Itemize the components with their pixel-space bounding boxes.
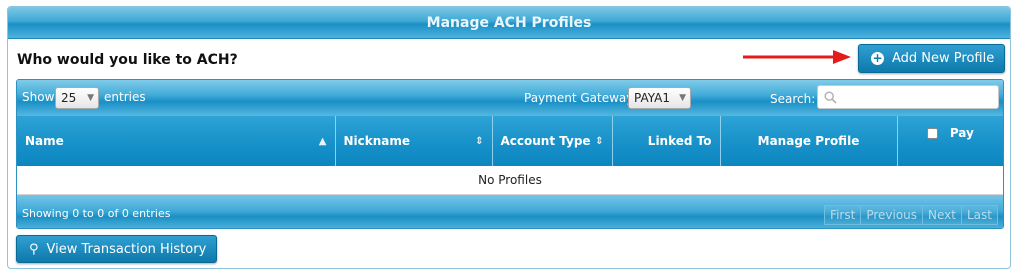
entries-select-value: 25 bbox=[61, 91, 77, 105]
view-transaction-history-label: View Transaction History bbox=[46, 241, 207, 257]
entries-label: entries bbox=[104, 90, 146, 104]
prompt-row: Who would you like to ACH? + Add New Pro… bbox=[8, 39, 1010, 81]
plus-circle-icon: + bbox=[871, 51, 884, 65]
add-new-profile-label: Add New Profile bbox=[892, 51, 995, 66]
entries-select[interactable]: 25 ▼ bbox=[55, 87, 99, 109]
profiles-table: Name ▲ Nickname ⇕ Account Type ⇕ Linked … bbox=[17, 116, 1003, 195]
col-name-header[interactable]: Name ▲ bbox=[17, 116, 336, 166]
col-pay-header: Pay bbox=[897, 116, 1003, 166]
search-box[interactable] bbox=[817, 85, 999, 109]
search-icon: ⚲ bbox=[29, 241, 39, 257]
col-nickname-label: Nickname bbox=[343, 134, 411, 148]
manage-ach-panel: Manage ACH Profiles Who would you like t… bbox=[7, 6, 1011, 269]
col-name-label: Name bbox=[25, 134, 64, 148]
search-icon bbox=[824, 90, 837, 104]
select-all-checkbox[interactable] bbox=[926, 128, 938, 139]
entries-info: Showing 0 to 0 of 0 entries bbox=[22, 206, 171, 220]
pager-first-button[interactable]: First bbox=[824, 204, 862, 225]
red-arrow-icon bbox=[743, 50, 851, 64]
panel-title: Manage ACH Profiles bbox=[8, 7, 1010, 39]
view-transaction-history-button[interactable]: ⚲ View Transaction History bbox=[16, 235, 218, 263]
search-input[interactable] bbox=[841, 87, 991, 107]
gateway-select[interactable]: PAYA1 ▼ bbox=[628, 87, 691, 109]
pager-next-button[interactable]: Next bbox=[922, 204, 962, 225]
col-account-type-label: Account Type bbox=[500, 134, 591, 148]
sort-arrows-icon: ⇕ bbox=[475, 135, 484, 147]
gateway-label: Payment Gateway: bbox=[524, 91, 637, 105]
table-row: No Profiles bbox=[17, 166, 1003, 195]
gateway-select-value: PAYA1 bbox=[634, 91, 670, 105]
col-pay-label: Pay bbox=[949, 126, 974, 140]
col-nickname-header[interactable]: Nickname ⇕ bbox=[335, 116, 493, 166]
col-linked-to-header: Linked To bbox=[612, 116, 721, 166]
pager-last-button[interactable]: Last bbox=[961, 204, 998, 225]
col-manage-profile-label: Manage Profile bbox=[757, 134, 860, 148]
col-linked-to-label: Linked To bbox=[647, 134, 712, 148]
chevron-down-icon: ▼ bbox=[87, 93, 94, 103]
sort-arrows-icon: ⇕ bbox=[595, 135, 604, 147]
col-manage-profile-header: Manage Profile bbox=[720, 116, 898, 166]
profiles-grid: Show 25 ▼ entries Payment Gateway: PAYA1… bbox=[16, 79, 1004, 229]
chevron-down-icon: ▼ bbox=[679, 93, 686, 103]
pagination: First Previous Next Last bbox=[824, 204, 998, 225]
empty-message: No Profiles bbox=[17, 166, 1003, 195]
sort-asc-icon: ▲ bbox=[318, 135, 327, 147]
show-label: Show bbox=[22, 90, 55, 104]
add-new-profile-button[interactable]: + Add New Profile bbox=[858, 44, 1006, 73]
pager-previous-button[interactable]: Previous bbox=[860, 204, 924, 225]
prompt-title: Who would you like to ACH? bbox=[17, 52, 238, 68]
grid-toolbar: Show 25 ▼ entries Payment Gateway: PAYA1… bbox=[17, 80, 1003, 116]
grid-footer: Showing 0 to 0 of 0 entries First Previo… bbox=[17, 194, 1003, 228]
col-account-type-header[interactable]: Account Type ⇕ bbox=[492, 116, 613, 166]
search-label: Search: bbox=[770, 92, 816, 106]
